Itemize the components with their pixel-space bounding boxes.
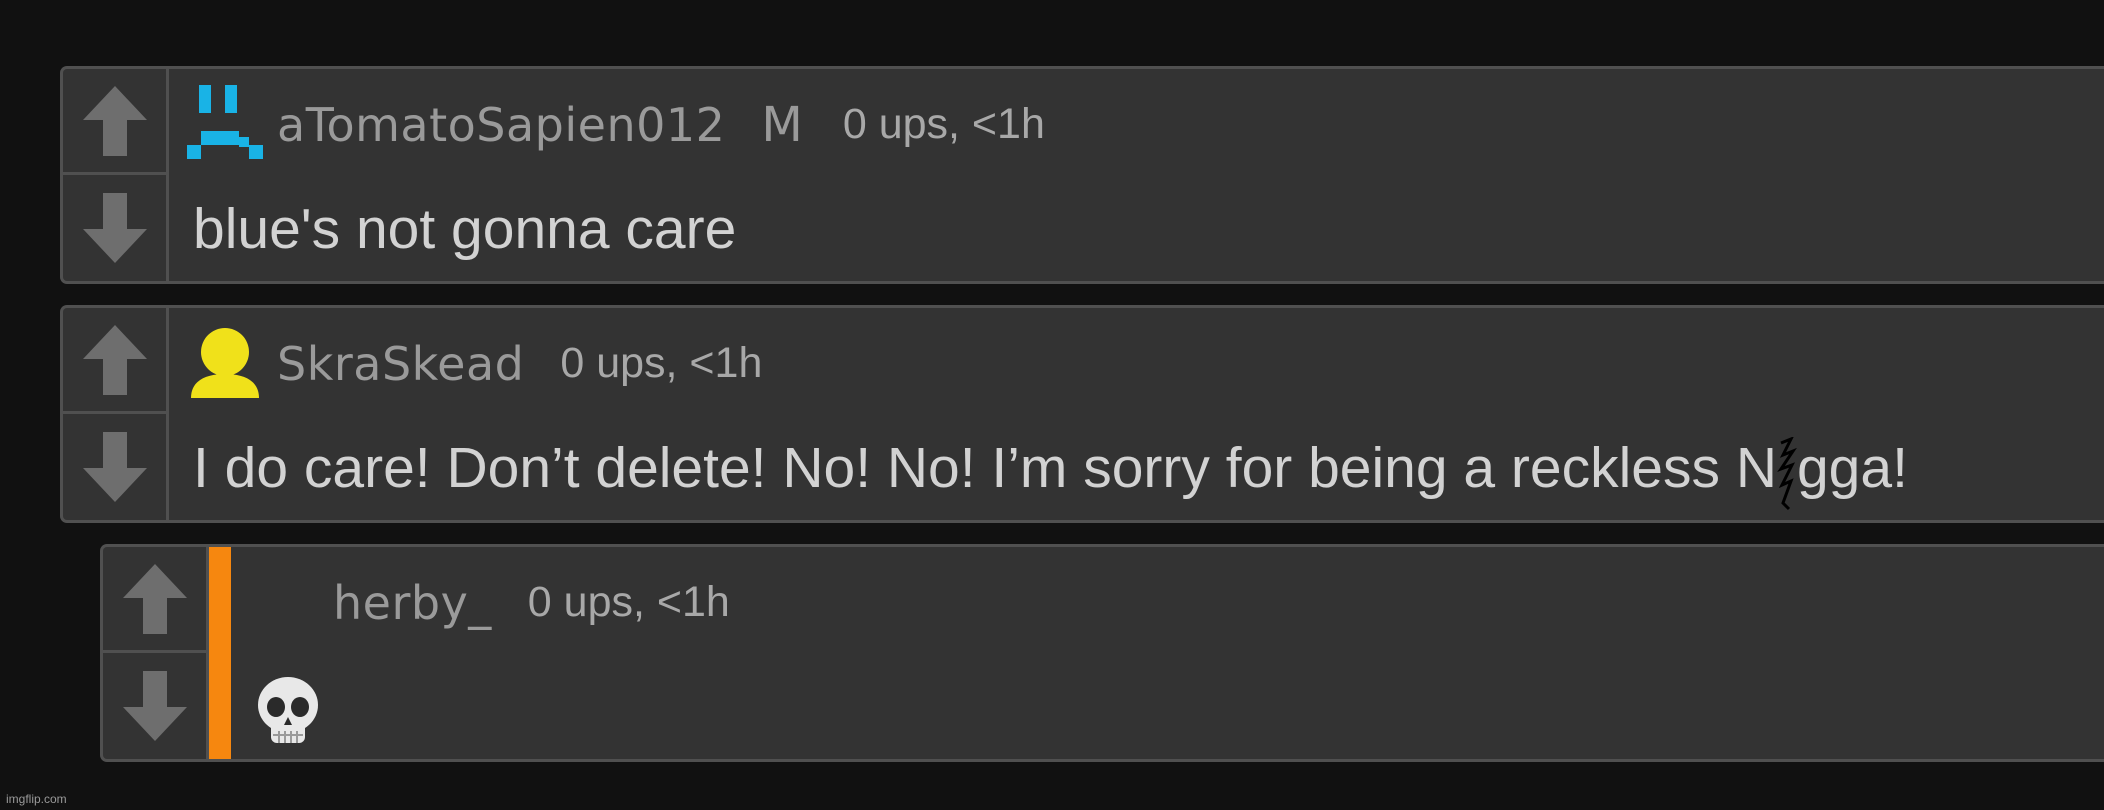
vote-column	[103, 547, 209, 759]
arrow-up-icon	[82, 85, 147, 156]
yellow-person-icon	[191, 327, 259, 398]
avatar[interactable]	[185, 324, 265, 404]
comment: SkraSkead 0 ups, <1h I do care! Don’t de…	[60, 305, 2104, 523]
comment-header: herby_ 0 ups, <1h	[333, 555, 730, 650]
comment-meta: 0 ups, <1h	[560, 339, 763, 387]
upvote-button[interactable]	[63, 69, 166, 175]
comment-text: blue's not gonna care	[193, 197, 737, 261]
arrow-down-icon	[82, 432, 147, 502]
arrow-down-icon	[82, 193, 147, 263]
comment-text-part: I do care! Don’t delete! No! No! I’m sor…	[193, 436, 1777, 500]
comment: aTomatoSapien012 M 0 ups, <1h blue's not…	[60, 66, 2104, 284]
comment-text: I do care! Don’t delete! No! No! I’m sor…	[193, 423, 1908, 513]
comment-thread: aTomatoSapien012 M 0 ups, <1h blue's not…	[0, 0, 2104, 810]
upvote-button[interactable]	[103, 547, 206, 653]
arrow-up-icon	[122, 563, 187, 634]
arrow-down-icon	[122, 671, 187, 741]
comment-meta: 0 ups, <1h	[527, 578, 730, 626]
username-link[interactable]: herby_	[333, 576, 492, 630]
vote-column	[63, 69, 169, 281]
comment-header: aTomatoSapien012 M 0 ups, <1h	[185, 77, 1045, 172]
comment-text-part: gga!	[1796, 436, 1908, 500]
comment-body	[255, 657, 321, 757]
downvote-button[interactable]	[63, 175, 166, 281]
arrow-up-icon	[82, 324, 147, 395]
blue-frown-pixel-icon	[187, 84, 263, 159]
avatar[interactable]	[185, 84, 265, 165]
watermark: imgflip.com	[6, 792, 67, 806]
downvote-button[interactable]	[103, 653, 206, 759]
vote-column	[63, 308, 169, 520]
reply-accent-bar	[209, 547, 231, 759]
downvote-button[interactable]	[63, 414, 166, 520]
username-link[interactable]: SkraSkead	[277, 337, 524, 391]
scribble-icon	[1777, 437, 1797, 511]
skull-emoji-icon	[258, 676, 318, 743]
comment-header: SkraSkead 0 ups, <1h	[185, 316, 762, 411]
username-link[interactable]: aTomatoSapien012	[277, 98, 725, 152]
upvote-button[interactable]	[63, 308, 166, 414]
reply-comment: herby_ 0 ups, <1h	[100, 544, 2104, 762]
comment-meta: 0 ups, <1h	[842, 100, 1045, 148]
gender-badge: M	[761, 96, 803, 153]
